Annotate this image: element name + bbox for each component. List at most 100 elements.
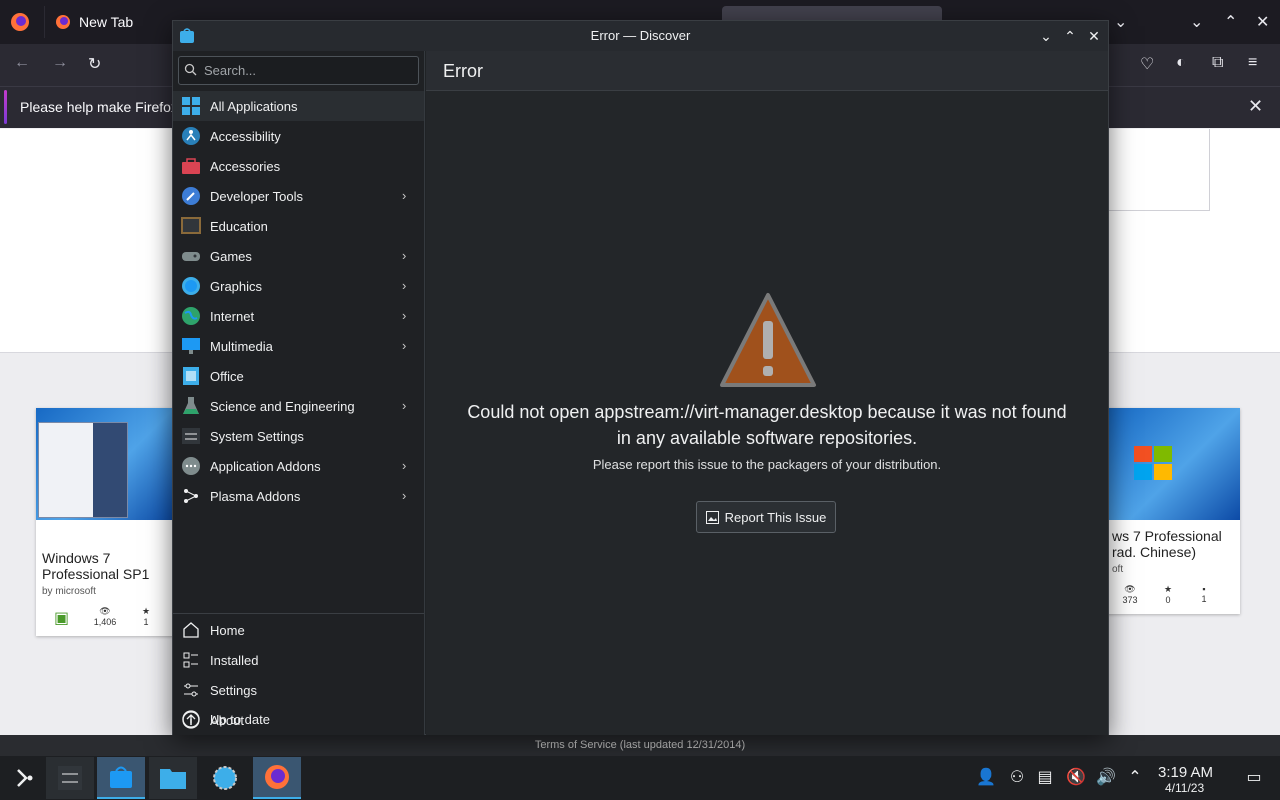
views-stat: 👁 373 (1122, 584, 1138, 605)
category-multimedia[interactable]: Multimedia › (173, 331, 424, 361)
page-title: Error (443, 61, 483, 81)
notification-close-icon[interactable]: ✕ (1248, 96, 1263, 117)
category-accessibility[interactable]: Accessibility (173, 121, 424, 151)
category-label: Plasma Addons (210, 489, 301, 504)
show-desktop-icon[interactable]: ▭ (1244, 768, 1264, 788)
category-plasma-addons[interactable]: Plasma Addons › (173, 481, 424, 511)
stars-stat: ★ 0 (1163, 584, 1173, 605)
taskbar-discover[interactable] (97, 757, 145, 799)
multimedia-icon (182, 338, 200, 354)
nav-label: Installed (210, 653, 259, 668)
category-label: Office (210, 369, 244, 384)
taskbar-file-manager[interactable] (149, 757, 197, 799)
nav-label: Home (210, 623, 245, 638)
taskbar-system-settings[interactable] (46, 757, 94, 799)
category-label: Education (210, 219, 268, 234)
chevron-right-icon: › (402, 248, 407, 263)
category-graphics[interactable]: Graphics › (173, 271, 424, 301)
taskbar-firefox[interactable] (253, 757, 301, 799)
forward-arrow-icon[interactable]: → (52, 54, 68, 72)
category-developer-tools[interactable]: Developer Tools › (173, 181, 424, 211)
card-thumbnail (36, 408, 176, 520)
report-issue-button[interactable]: Report This Issue (696, 501, 836, 533)
nav-up-to-date-item[interactable]: Up to date (173, 704, 424, 734)
volume-icon[interactable]: 🔊 (1096, 768, 1116, 788)
nav-settings[interactable]: Settings (173, 675, 424, 705)
window-title: Error — Discover (590, 28, 691, 43)
plasma-icon (184, 489, 198, 503)
search-input[interactable] (178, 56, 419, 85)
firefox-maximize-icon[interactable]: ⌃ (1224, 12, 1237, 32)
category-label: Application Addons (210, 459, 321, 474)
minimize-icon[interactable]: ⌄ (1036, 26, 1056, 46)
category-system-settings[interactable]: System Settings (173, 421, 424, 451)
close-icon[interactable]: ✕ (1084, 26, 1104, 46)
clock-date[interactable]: 4/11/23 (1165, 781, 1204, 795)
speaker-muted-icon[interactable]: 🔇 (1066, 768, 1086, 788)
user-icon[interactable]: 👤 (976, 768, 996, 788)
category-label: Games (210, 249, 252, 264)
card-author: oft (1112, 564, 1124, 575)
reload-icon[interactable]: ↻ (88, 54, 101, 74)
category-all-applications[interactable]: All Applications (173, 91, 424, 121)
category-education[interactable]: Education (173, 211, 424, 241)
error-message: Could not open appstream://virt-manager.… (467, 402, 1067, 448)
tray-expand-icon[interactable]: ⌃ (1125, 768, 1145, 788)
product-card-left[interactable]: Windows 7 Professional SP1 (Hungarian) [… (36, 408, 176, 636)
nav-home[interactable]: Home (173, 615, 424, 645)
window-titlebar[interactable]: Error — Discover ⌄ ⌃ ✕ (173, 21, 1108, 51)
save-icon[interactable]: ▣ (54, 608, 69, 628)
nav-divider (173, 613, 424, 614)
account-icon[interactable]: ◐ (1176, 54, 1186, 72)
tab-list-chevron-icon[interactable]: ⌄ (1114, 12, 1127, 32)
accessibility-icon (182, 127, 200, 145)
gamepad-icon (182, 252, 200, 261)
up-arrow-circle-icon (182, 710, 200, 728)
hammer-icon (182, 187, 200, 205)
pocket-icon[interactable]: ♡ (1140, 54, 1154, 74)
clipboard-icon[interactable]: ▤ (1035, 768, 1055, 788)
category-label: Graphics (210, 279, 263, 294)
chevron-right-icon: › (402, 338, 407, 353)
category-label: Developer Tools (210, 189, 303, 204)
settings-sliders-icon (58, 766, 82, 790)
app-launcher-button[interactable] (0, 757, 48, 799)
nav-label: Up to date (210, 712, 270, 727)
firefox-menu-icon[interactable] (10, 12, 30, 32)
comments-stat: ▪ 1 (1201, 584, 1207, 604)
card-title[interactable]: ws 7 Professional rad. Chinese) (1112, 528, 1240, 560)
extensions-icon[interactable]: ⧉ (1212, 54, 1223, 72)
card-title[interactable]: Windows 7 Professional SP1 (Hungarian) [… (42, 550, 176, 584)
firefox-close-icon[interactable]: ✕ (1256, 12, 1269, 32)
notification-accent (4, 90, 7, 124)
category-application-addons[interactable]: Application Addons › (173, 451, 424, 481)
page-box (1108, 129, 1210, 211)
firefox-minimize-icon[interactable]: ⌄ (1190, 12, 1203, 32)
taskbar-browser[interactable] (201, 757, 249, 799)
category-games[interactable]: Games › (173, 241, 424, 271)
image-icon (705, 510, 719, 524)
back-arrow-icon[interactable]: ← (14, 54, 30, 72)
product-card-right[interactable]: ws 7 Professional rad. Chinese) oft 👁 373… (1106, 408, 1240, 614)
category-internet[interactable]: Internet › (173, 301, 424, 331)
category-label: Internet (210, 309, 255, 324)
toolbox-icon (182, 158, 200, 174)
user-switch-icon[interactable]: ⚇ (1007, 768, 1027, 788)
category-office[interactable]: Office (173, 361, 424, 391)
views-stat: 👁 1,406 (93, 606, 117, 627)
globe-icon (182, 307, 200, 325)
search-icon (184, 63, 197, 76)
clock-time[interactable]: 3:19 AM (1158, 764, 1213, 781)
chevron-right-icon: › (402, 308, 407, 323)
launcher-icon (17, 769, 33, 787)
nav-installed[interactable]: Installed (173, 645, 424, 675)
maximize-icon[interactable]: ⌃ (1060, 26, 1080, 46)
chevron-right-icon: › (402, 188, 407, 203)
hamburger-menu-icon[interactable]: ≡ (1248, 54, 1257, 72)
category-science-and-engineering[interactable]: Science and Engineering › (173, 391, 424, 421)
notification-text: Please help make Firefox (20, 99, 178, 115)
category-accessories[interactable]: Accessories (173, 151, 424, 181)
flask-icon (183, 397, 199, 414)
firefox-tab-label: New Tab (79, 14, 134, 30)
category-label: Multimedia (210, 339, 273, 354)
